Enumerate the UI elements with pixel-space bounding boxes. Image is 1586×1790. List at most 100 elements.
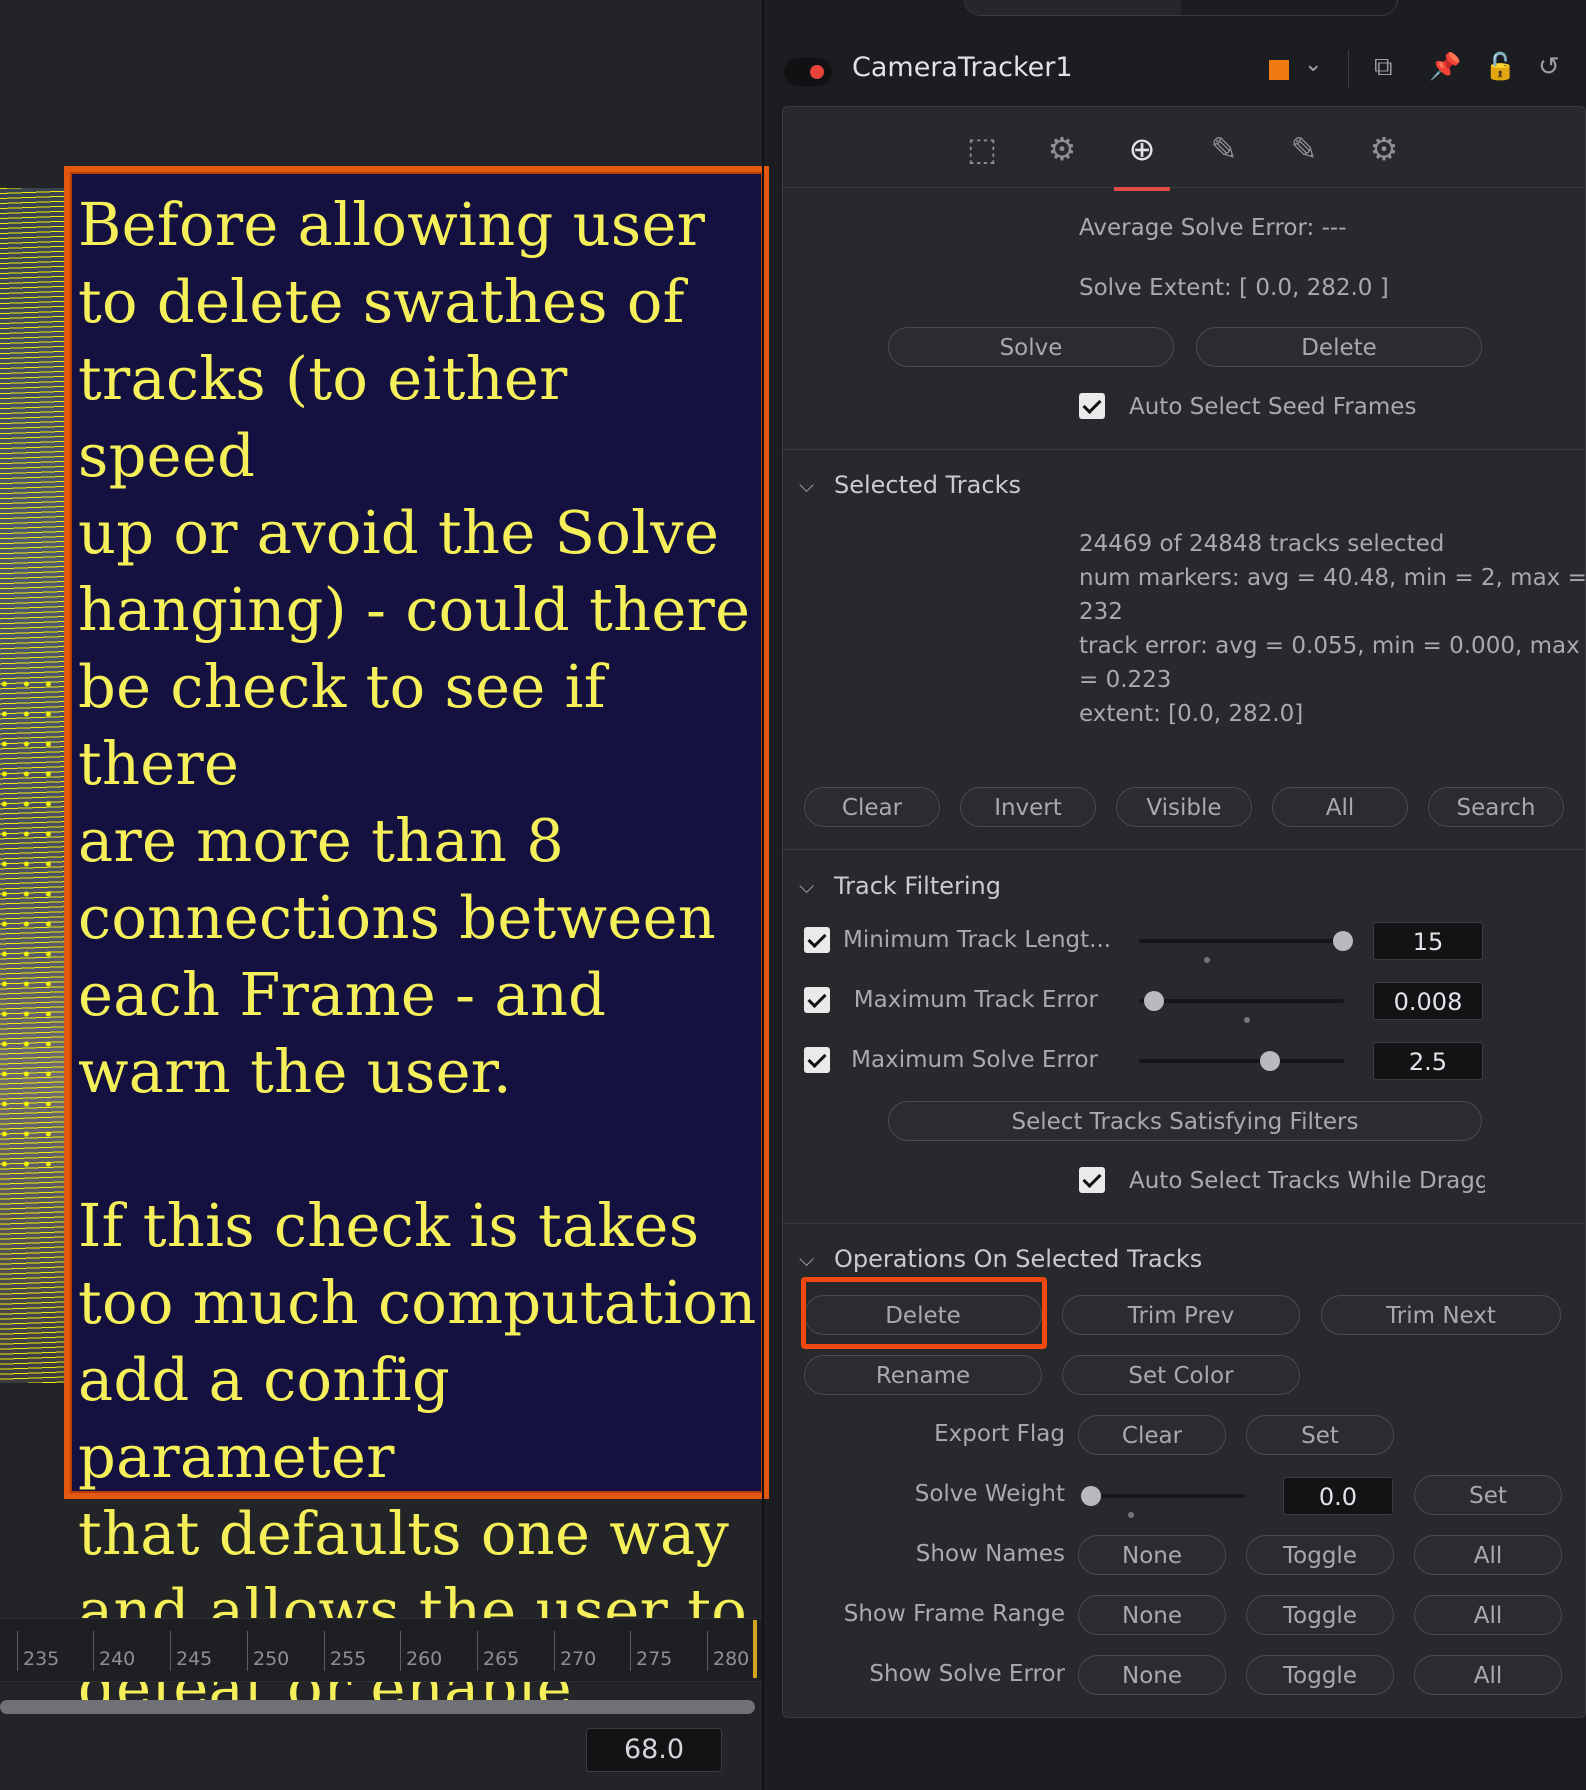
max-solve-error-value[interactable]: 2.5	[1373, 1042, 1483, 1080]
show-solve-error-toggle-button[interactable]: Toggle	[1246, 1655, 1394, 1695]
version-icon[interactable]: ⧉	[1374, 52, 1393, 83]
trim-prev-button[interactable]: Trim Prev	[1062, 1295, 1300, 1335]
min-track-length-knob[interactable]	[1333, 931, 1353, 951]
tab-export-icon[interactable]: ✎	[1196, 127, 1252, 171]
header-divider	[1348, 50, 1349, 88]
num-markers-max: 232	[1079, 599, 1123, 625]
panel-divider[interactable]	[762, 0, 764, 1790]
section-separator	[783, 449, 1585, 450]
show-frame-range-all-button[interactable]: All	[1414, 1595, 1562, 1635]
auto-seed-checkbox[interactable]	[1079, 393, 1105, 419]
chevron-down-icon[interactable]: ⌵	[799, 874, 814, 898]
inspector-panel: ⬚ ⚙ ⊕ ✎ ✎ ⚙ Average Solve Error: --- Sol…	[782, 106, 1586, 1718]
min-track-length-value[interactable]: 15	[1373, 922, 1483, 960]
tab-tools[interactable]: Tools	[965, 0, 1181, 15]
timeline-tick: 240	[93, 1631, 135, 1671]
lock-icon[interactable]: 🔓	[1484, 52, 1516, 82]
timeline-tick: 235	[17, 1631, 59, 1671]
pin-icon[interactable]: 📌	[1429, 52, 1461, 82]
clear-selection-button[interactable]: Clear	[804, 787, 940, 827]
section-separator	[783, 849, 1585, 850]
slider-default-dot	[1204, 957, 1210, 963]
min-track-length-slider[interactable]	[1139, 939, 1344, 943]
show-frame-range-label: Show Frame Range	[843, 1601, 1065, 1627]
show-solve-error-all-button[interactable]: All	[1414, 1655, 1562, 1695]
tab-solve-icon[interactable]: ⊕	[1114, 127, 1170, 191]
num-markers-stats: num markers: avg = 40.48, min = 2, max =	[1079, 565, 1586, 591]
track-filtering-title[interactable]: Track Filtering	[834, 872, 1001, 900]
show-frame-range-toggle-button[interactable]: Toggle	[1246, 1595, 1394, 1635]
select-tracks-satisfying-filters-button[interactable]: Select Tracks Satisfying Filters	[888, 1101, 1482, 1141]
playhead[interactable]	[753, 1620, 757, 1678]
timeline-scrollbar[interactable]	[0, 1700, 755, 1714]
tracks-selected-count: 24469 of 24848 tracks selected	[1079, 531, 1445, 557]
enable-dot	[810, 65, 824, 79]
selected-tracks-title[interactable]: Selected Tracks	[834, 471, 1021, 499]
search-selection-button[interactable]: Search	[1428, 787, 1564, 827]
slider-default-dot	[1128, 1512, 1134, 1518]
node-color-swatch[interactable]	[1269, 60, 1289, 80]
export-flag-label: Export Flag	[934, 1421, 1065, 1447]
average-solve-error: Average Solve Error: ---	[1079, 215, 1347, 241]
max-solve-error-slider[interactable]	[1139, 1059, 1344, 1063]
show-names-none-button[interactable]: None	[1078, 1535, 1226, 1575]
tab-track-icon[interactable]: ⬚	[954, 127, 1010, 171]
timeline-tick: 280	[707, 1631, 749, 1671]
show-solve-error-none-button[interactable]: None	[1078, 1655, 1226, 1695]
show-solve-error-label: Show Solve Error	[869, 1661, 1065, 1687]
solve-weight-knob[interactable]	[1081, 1486, 1101, 1506]
set-color-button[interactable]: Set Color	[1062, 1355, 1300, 1395]
max-track-error-value[interactable]: 0.008	[1373, 982, 1483, 1020]
show-frame-range-none-button[interactable]: None	[1078, 1595, 1226, 1635]
solve-button[interactable]: Solve	[888, 327, 1174, 367]
solve-weight-value[interactable]: 0.0	[1283, 1477, 1393, 1515]
export-flag-set-button[interactable]: Set	[1246, 1415, 1394, 1455]
chevron-down-icon[interactable]: ⌄	[1304, 52, 1322, 77]
max-solve-error-knob[interactable]	[1260, 1051, 1280, 1071]
tab-options-icon[interactable]: ⚙	[1356, 127, 1412, 171]
timeline-ruler[interactable]: 235 240 245 250 255 260 265 270 275 280	[0, 1618, 762, 1682]
reset-icon[interactable]: ↺	[1538, 52, 1560, 82]
solve-extent: Solve Extent: [ 0.0, 282.0 ]	[1079, 275, 1389, 301]
min-track-length-label: Minimum Track Lengt...	[843, 927, 1112, 953]
tab-camera-icon[interactable]: ⚙	[1034, 127, 1090, 171]
viewer[interactable]: Before allowing user to delete swathes o…	[0, 0, 769, 1790]
timeline-tick: 250	[247, 1631, 289, 1671]
visible-selection-button[interactable]: Visible	[1116, 787, 1252, 827]
annotation-note: Before allowing user to delete swathes o…	[64, 166, 769, 1722]
operations-title[interactable]: Operations On Selected Tracks	[834, 1245, 1202, 1273]
solve-weight-slider[interactable]	[1083, 1494, 1245, 1498]
track-points	[0, 678, 70, 1178]
min-track-length-checkbox[interactable]	[804, 927, 830, 953]
section-separator	[783, 1223, 1585, 1224]
tab-refine-icon[interactable]: ✎	[1276, 127, 1332, 171]
chevron-down-icon[interactable]: ⌵	[799, 1247, 814, 1271]
auto-select-drag-checkbox[interactable]	[1079, 1167, 1105, 1193]
max-track-error-knob[interactable]	[1144, 991, 1164, 1011]
rename-button[interactable]: Rename	[804, 1355, 1042, 1395]
all-selection-button[interactable]: All	[1272, 787, 1408, 827]
show-names-all-button[interactable]: All	[1414, 1535, 1562, 1575]
solve-weight-set-button[interactable]: Set	[1414, 1475, 1562, 1515]
inspector-tab-bar: ⬚ ⚙ ⊕ ✎ ✎ ⚙	[783, 107, 1585, 191]
trim-next-button[interactable]: Trim Next	[1321, 1295, 1561, 1335]
show-names-toggle-button[interactable]: Toggle	[1246, 1535, 1394, 1575]
export-flag-clear-button[interactable]: Clear	[1078, 1415, 1226, 1455]
max-track-error-checkbox[interactable]	[804, 987, 830, 1013]
invert-selection-button[interactable]: Invert	[960, 787, 1096, 827]
viewer-image[interactable]	[0, 188, 70, 1383]
chevron-down-icon[interactable]: ⌵	[799, 473, 814, 497]
delete-solve-button[interactable]: Delete	[1196, 327, 1482, 367]
max-track-error-slider[interactable]	[1139, 999, 1344, 1003]
node-enable-toggle[interactable]	[784, 58, 832, 86]
delete-highlight-box	[801, 1277, 1047, 1349]
show-names-label: Show Names	[915, 1541, 1065, 1567]
timeline-tick: 275	[630, 1631, 672, 1671]
auto-select-drag-label: Auto Select Tracks While Draggi	[1129, 1168, 1485, 1194]
current-frame-field[interactable]: 68.0	[586, 1728, 722, 1772]
tab-modifiers[interactable]: Modifiers	[1181, 0, 1397, 15]
top-tab-bar: Tools Modifiers	[964, 0, 1398, 16]
track-extent: extent: [0.0, 282.0]	[1079, 701, 1304, 727]
max-solve-error-checkbox[interactable]	[804, 1047, 830, 1073]
auto-seed-label: Auto Select Seed Frames	[1129, 394, 1417, 420]
